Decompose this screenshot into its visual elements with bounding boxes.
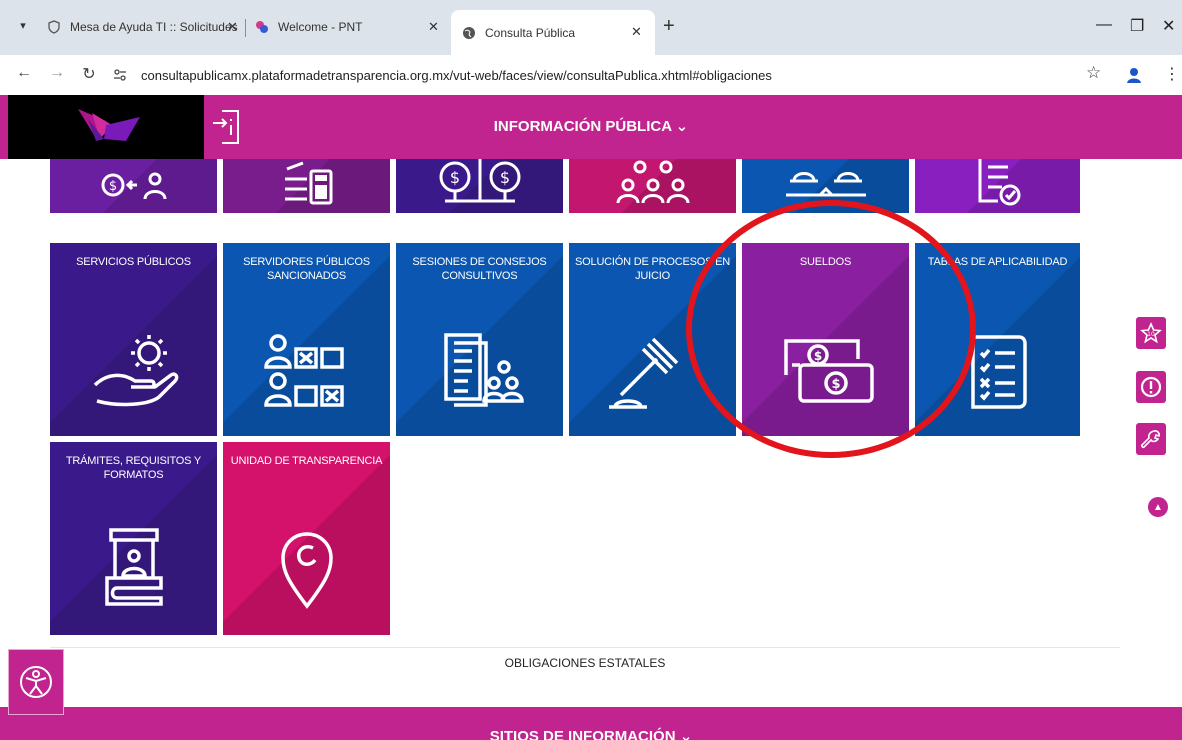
informacion-publica-dropdown[interactable]: INFORMACIÓN PÚBLICA ⌄ <box>0 117 1182 135</box>
checklist-icon <box>978 159 1020 206</box>
back-icon[interactable]: ← <box>14 64 34 82</box>
tools-button[interactable] <box>1136 423 1166 455</box>
location-pin-icon <box>280 532 333 609</box>
minimize-icon[interactable]: — <box>1096 16 1112 34</box>
tile-unidad-de-transparencia[interactable]: UNIDAD DE TRANSPARENCIA <box>223 442 390 635</box>
balance-scale-icon <box>785 172 866 197</box>
tab-title: Welcome - PNT <box>278 20 363 34</box>
tile-label: TABLAS DE APLICABILIDAD <box>927 256 1068 268</box>
svg-text:$: $ <box>831 377 840 392</box>
tile-label: TRÁMITES, REQUISITOS Y FORMATOS <box>65 455 202 481</box>
tab-consulta-publica[interactable]: Consulta Pública ✕ <box>451 10 655 55</box>
tab-welcome-pnt[interactable]: Welcome - PNT ✕ <box>254 12 444 42</box>
top10-button[interactable]: 10 <box>1136 317 1166 349</box>
sitios-de-informacion-bar: SITIOS DE INFORMACIÓN ⌄ <box>0 707 1182 740</box>
accessibility-icon <box>20 666 52 698</box>
close-tab-icon[interactable]: ✕ <box>227 19 238 35</box>
sanctions-grid-icon <box>263 334 344 407</box>
tile-label: SUELDOS <box>799 256 852 268</box>
tile-sueldos[interactable]: SUELDOS $ $ <box>742 243 909 436</box>
service-window-icon <box>104 528 163 606</box>
accessibility-button[interactable] <box>8 649 64 715</box>
people-group-icon <box>616 160 689 204</box>
svg-text:$: $ <box>108 179 116 194</box>
tile-label: SOLUCIÓN DE PROCESOS EN JUICIO <box>575 256 730 282</box>
scroll-to-top-button[interactable]: ▲ <box>1148 497 1168 517</box>
tile-label: SERVICIOS PÚBLICOS <box>76 256 191 268</box>
close-window-icon[interactable]: ✕ <box>1162 16 1175 36</box>
tile-servicios-publicos[interactable]: SERVICIOS PÚBLICOS <box>50 243 217 436</box>
tile-solucion-de-procesos-en-juicio[interactable]: SOLUCIÓN DE PROCESOS EN JUICIO <box>569 243 736 436</box>
meeting-documents-icon <box>443 333 524 407</box>
restore-icon[interactable]: ❐ <box>1130 16 1144 36</box>
address-bar[interactable]: consultapublicamx.plataformadetransparen… <box>105 60 1115 90</box>
salary-bills-icon: $ $ <box>783 339 874 403</box>
browser-window: ▾ Mesa de Ayuda TI :: Solicitudes ✕ Welc… <box>0 0 1182 740</box>
alert-button[interactable] <box>1136 371 1166 403</box>
url-text: consultapublicamx.plataformadetransparen… <box>141 67 772 83</box>
new-tab-icon[interactable]: + <box>663 16 675 36</box>
tile-servidores-publicos-sancionados[interactable]: SERVIDORES PÚBLICOS SANCIONADOS <box>223 243 390 436</box>
gavel-icon <box>608 337 678 409</box>
bookmark-star-icon[interactable]: ☆ <box>1086 63 1101 83</box>
tab-title: Consulta Pública <box>485 25 576 40</box>
tab-mesa-de-ayuda[interactable]: Mesa de Ayuda TI :: Solicitudes ✕ <box>46 12 244 42</box>
alert-icon <box>1140 376 1162 398</box>
close-tab-icon[interactable]: ✕ <box>428 19 439 35</box>
reload-icon[interactable]: ↻ <box>79 64 99 84</box>
money-tree-icon: $ $ <box>439 159 520 203</box>
tile-row0-3[interactable]: $ $ <box>396 151 563 213</box>
tab-strip: ▾ Mesa de Ayuda TI :: Solicitudes ✕ Welc… <box>0 0 1182 55</box>
svg-text:$: $ <box>813 349 821 363</box>
pnt-favicon-icon <box>254 19 270 35</box>
browser-toolbar: ← → ↻ consultapublicamx.plataformadetran… <box>0 55 1182 95</box>
svg-text:$: $ <box>449 168 459 187</box>
tile-label: SESIONES DE CONSEJOS CONSULTIVOS <box>412 256 547 282</box>
tile-row0-6[interactable] <box>915 151 1080 213</box>
svg-text:10: 10 <box>1147 331 1155 338</box>
obligaciones-estatales-link[interactable]: OBLIGACIONES ESTATALES <box>50 647 1120 687</box>
wrench-icon <box>1140 430 1160 449</box>
profile-avatar-icon[interactable] <box>1124 66 1144 84</box>
top10-star-icon: 10 <box>1140 322 1162 344</box>
shield-favicon-icon <box>46 19 62 35</box>
chevron-up-icon: ▲ <box>1153 501 1163 513</box>
close-tab-icon[interactable]: ✕ <box>631 24 642 40</box>
browser-menu-icon[interactable]: ⋮ <box>1164 64 1180 84</box>
page-content: $ $ $ SERVICIOS PÚBLICOS SERVIDORES PÚBL… <box>0 95 1182 740</box>
sitios-de-informacion-dropdown[interactable]: SITIOS DE INFORMACIÓN ⌄ <box>0 727 1182 740</box>
gear-hand-icon <box>93 335 178 407</box>
tile-row0-1[interactable]: $ <box>50 151 217 213</box>
tab-search-icon[interactable]: ▾ <box>12 14 34 36</box>
tile-row0-2[interactable] <box>223 151 390 213</box>
tile-tablas-de-aplicabilidad[interactable]: TABLAS DE APLICABILIDAD <box>915 243 1080 436</box>
globe-favicon-icon <box>461 25 477 41</box>
tile-label: SERVIDORES PÚBLICOS SANCIONADOS <box>243 256 370 282</box>
tab-title: Mesa de Ayuda TI :: Solicitudes <box>70 20 238 34</box>
document-calculator-icon <box>284 161 332 205</box>
tab-divider <box>245 19 246 37</box>
informacion-publica-header: INFORMACIÓN PÚBLICA ⌄ <box>0 95 1182 159</box>
site-settings-icon[interactable] <box>111 66 129 84</box>
tile-sesiones-de-consejos-consultivos[interactable]: SESIONES DE CONSEJOS CONSULTIVOS <box>396 243 563 436</box>
svg-text:$: $ <box>499 168 509 187</box>
tile-label: UNIDAD DE TRANSPARENCIA <box>230 455 383 467</box>
forward-icon[interactable]: → <box>47 64 67 82</box>
tile-row0-5[interactable] <box>742 151 909 213</box>
tile-row0-4[interactable] <box>569 151 736 213</box>
tile-tramites-requisitos-y-formatos[interactable]: TRÁMITES, REQUISITOS Y FORMATOS <box>50 442 217 635</box>
applicability-list-icon <box>970 335 1027 409</box>
money-transfer-icon: $ <box>101 172 166 200</box>
